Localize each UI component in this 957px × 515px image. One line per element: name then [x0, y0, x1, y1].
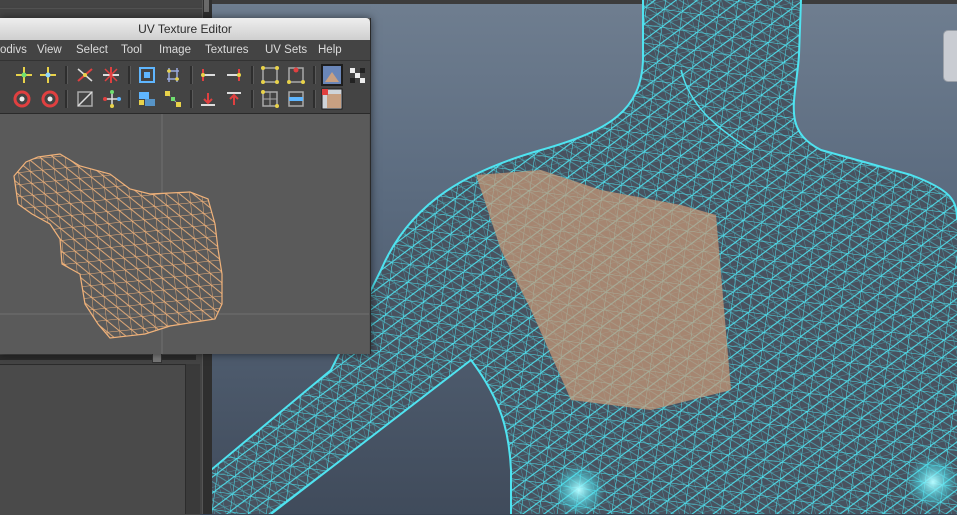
toolbar-separator	[128, 66, 131, 84]
move-uv-icon[interactable]	[14, 65, 34, 85]
uv-texture-editor-window: UV Texture Editor odivs View Select Tool…	[0, 18, 371, 354]
flip-v-icon[interactable]	[101, 65, 121, 85]
uv-grid-and-shell[interactable]	[0, 114, 369, 354]
panel-divider-thumb[interactable]	[204, 0, 209, 12]
mesh-vertex-cluster-left	[553, 464, 605, 514]
move-up-icon[interactable]	[224, 89, 244, 109]
move-down-icon[interactable]	[198, 89, 218, 109]
toolbar-separator	[128, 90, 131, 108]
panel-slider[interactable]	[0, 355, 196, 360]
rotate-cw-icon[interactable]	[40, 89, 60, 109]
select-shell-icon[interactable]	[286, 65, 306, 85]
mesh-vertex-cluster-right	[907, 456, 957, 508]
toolbar-separator	[251, 90, 254, 108]
move-uv-alt-icon[interactable]	[38, 65, 58, 85]
panel-list-scrollbar[interactable]	[185, 364, 200, 514]
toolbar-separator	[190, 90, 193, 108]
checker-icon[interactable]	[348, 66, 368, 86]
menu-textures[interactable]: Textures	[205, 40, 248, 60]
normalize-icon[interactable]	[75, 89, 95, 109]
toolbar-separator	[65, 90, 68, 108]
unfold-icon[interactable]	[102, 89, 122, 109]
menu-view[interactable]: View	[37, 40, 62, 60]
uv-shell-mesh	[14, 154, 222, 338]
viewport-cube-widget[interactable]	[943, 30, 957, 82]
straighten-icon[interactable]	[260, 65, 280, 85]
cut-uv-icon[interactable]	[163, 65, 183, 85]
isolate-icon[interactable]	[286, 89, 306, 109]
uv-canvas[interactable]	[0, 114, 369, 354]
toolbar-separator	[313, 66, 316, 84]
menu-bar: odivs View Select Tool Image Textures UV…	[0, 40, 370, 61]
sew-uv-icon[interactable]	[198, 65, 218, 85]
toolbar-separator	[190, 66, 193, 84]
menu-help[interactable]: Help	[318, 40, 342, 60]
relax-icon[interactable]	[137, 89, 157, 109]
rotate-icon[interactable]	[137, 65, 157, 85]
texture-image-icon[interactable]	[321, 64, 343, 86]
align-icon[interactable]	[163, 89, 183, 109]
menu-tool[interactable]: Tool	[121, 40, 142, 60]
panel-row-line	[0, 8, 202, 9]
toolbar-separator	[313, 90, 316, 108]
window-titlebar[interactable]: UV Texture Editor	[0, 18, 370, 41]
menu-uv-sets[interactable]: UV Sets	[265, 40, 307, 60]
uv-toolbar	[0, 61, 370, 114]
menu-select[interactable]: Select	[76, 40, 108, 60]
toolbar-separator	[65, 66, 68, 84]
menu-image[interactable]: Image	[159, 40, 191, 60]
layout-icon[interactable]	[224, 65, 244, 85]
flip-u-icon[interactable]	[75, 65, 95, 85]
toolbar-separator	[251, 66, 254, 84]
window-title: UV Texture Editor	[138, 22, 232, 36]
dim-image-icon[interactable]	[321, 88, 343, 110]
menu-subdivs[interactable]: odivs	[0, 40, 27, 60]
snapshot-icon[interactable]	[260, 89, 280, 109]
rotate-ccw-icon[interactable]	[12, 89, 32, 109]
panel-list-area[interactable]	[0, 364, 200, 515]
